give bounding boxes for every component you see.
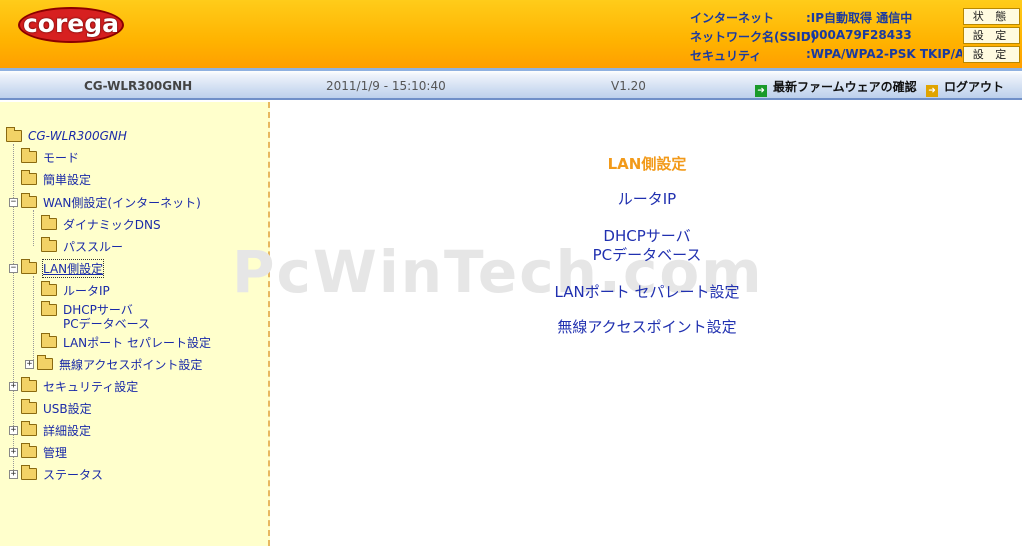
ssid-label: ネットワーク名(SSID) (690, 30, 817, 44)
sidebar-item-router-ip[interactable]: ルータIP (29, 281, 110, 299)
pc-database-label: PCデータベース (592, 246, 702, 264)
folder-icon (21, 421, 37, 436)
lan-port-separate-link[interactable]: LANポート セパレート設定 (272, 283, 1022, 302)
info-bar: CG-WLR300GNH 2011/1/9 - 15:10:40 V1.20 ➜… (0, 68, 1022, 100)
dhcp-server-label: DHCPサーバ (603, 227, 691, 245)
security-value: :WPA/WPA2-PSK TKIP/AES (806, 47, 962, 61)
folder-icon (41, 215, 57, 230)
sidebar-item-management-label: 管理 (43, 445, 68, 460)
model-name: CG-WLR300GNH (84, 79, 193, 93)
folder-icon (21, 399, 37, 414)
sidebar-item-passthrough-label: パススルー (63, 239, 124, 254)
sidebar-item-wan[interactable]: − WAN側設定(インターネット) (9, 193, 201, 211)
folder-icon (37, 355, 53, 370)
router-ip-link[interactable]: ルータIP (272, 190, 1022, 209)
sidebar-item-wireless-ap[interactable]: + 無線アクセスポイント設定 (25, 355, 202, 373)
logout-label: ログアウト (944, 80, 1005, 94)
expand-icon[interactable]: + (9, 425, 18, 435)
sidebar-item-lan[interactable]: − LAN側設定 (9, 258, 105, 278)
sidebar-item-lan-port-separate-label: LANポート セパレート設定 (63, 335, 211, 350)
top-header: corega インターネット :IP自動取得 通信中 状 態 ネットワーク名(S… (0, 0, 1022, 68)
sidebar-item-dynamic-dns[interactable]: ダイナミックDNS (29, 215, 161, 233)
ssid-value: :000A79F28433 (806, 28, 912, 42)
sidebar-item-router-ip-label: ルータIP (63, 283, 110, 298)
navigation-sidebar: CG-WLR300GNH モード 簡単設定 − WAN側設定(インターネット) … (0, 102, 270, 546)
sidebar-item-wan-label: WAN側設定(インターネット) (43, 195, 201, 210)
sidebar-item-passthrough[interactable]: パススルー (29, 237, 123, 255)
tree-root[interactable]: CG-WLR300GNH (6, 127, 127, 145)
sidebar-item-usb-label: USB設定 (43, 401, 92, 416)
folder-icon (41, 333, 57, 348)
main-content: PcWinTech.com LAN側設定 ルータIP DHCPサーバ PCデータ… (232, 102, 1022, 546)
sidebar-item-status[interactable]: + ステータス (9, 465, 103, 483)
sidebar-item-wireless-ap-label: 無線アクセスポイント設定 (59, 357, 203, 372)
sidebar-item-lan-label: LAN側設定 (41, 258, 105, 278)
firmware-check-label: 最新ファームウェアの確認 (773, 80, 917, 94)
dhcp-line1: DHCPサーバ (63, 303, 133, 317)
status-row-ssid: ネットワーク名(SSID) :000A79F28433 設 定 (690, 26, 1020, 45)
sidebar-item-usb[interactable]: USB設定 (9, 399, 92, 417)
sidebar-item-security-label: セキュリティ設定 (43, 379, 139, 394)
security-label: セキュリティ (690, 49, 762, 63)
dhcp-line2: PCデータベース (63, 317, 151, 331)
folder-icon (21, 465, 37, 480)
folder-icon (41, 301, 57, 316)
status-panel: インターネット :IP自動取得 通信中 状 態 ネットワーク名(SSID) :0… (690, 7, 1020, 64)
logout-arrow-icon: ➜ (926, 85, 938, 97)
folder-icon (41, 281, 57, 296)
folder-open-icon (21, 193, 37, 208)
internet-label: インターネット (690, 11, 775, 25)
expand-icon[interactable]: + (25, 359, 34, 369)
logo-text: corega (22, 9, 120, 38)
security-settings-button[interactable]: 設 定 (963, 46, 1020, 63)
internet-value: :IP自動取得 通信中 (806, 11, 913, 25)
corega-logo: corega (18, 7, 124, 43)
folder-icon (41, 237, 57, 252)
sidebar-item-lan-port-separate[interactable]: LANポート セパレート設定 (29, 333, 211, 351)
wireless-ap-link[interactable]: 無線アクセスポイント設定 (272, 318, 1022, 337)
internet-status-button[interactable]: 状 態 (963, 8, 1020, 25)
logout-link[interactable]: ➜ ログアウト (926, 78, 1004, 97)
folder-icon (21, 443, 37, 458)
firmware-check-link[interactable]: ➜ 最新ファームウェアの確認 (755, 78, 917, 97)
sidebar-item-mode-label: モード (43, 150, 80, 165)
sidebar-item-security[interactable]: + セキュリティ設定 (9, 377, 138, 395)
sidebar-item-management[interactable]: + 管理 (9, 443, 67, 461)
arrow-right-icon: ➜ (755, 85, 767, 97)
sidebar-item-dhcp[interactable]: DHCPサーバ PCデータベース (29, 301, 150, 332)
ssid-settings-button[interactable]: 設 定 (963, 27, 1020, 44)
collapse-icon[interactable]: − (9, 197, 18, 207)
folder-icon (21, 377, 37, 392)
tree-root-label: CG-WLR300GNH (28, 129, 127, 143)
current-datetime: 2011/1/9 - 15:10:40 (326, 79, 446, 93)
sidebar-item-dhcp-label: DHCPサーバ PCデータベース (63, 303, 150, 331)
status-row-internet: インターネット :IP自動取得 通信中 状 態 (690, 7, 1020, 26)
folder-icon (21, 148, 37, 163)
sidebar-item-easy-setup[interactable]: 簡単設定 (9, 170, 91, 188)
firmware-version: V1.20 (611, 79, 646, 93)
page-title: LAN側設定 (607, 155, 687, 173)
expand-icon[interactable]: + (9, 381, 18, 391)
expand-icon[interactable]: + (9, 469, 18, 479)
sidebar-item-easy-setup-label: 簡単設定 (43, 172, 92, 187)
folder-open-icon (21, 259, 37, 274)
sidebar-item-dynamic-dns-label: ダイナミックDNS (63, 217, 161, 232)
folder-open-icon (6, 127, 22, 142)
folder-icon (21, 170, 37, 185)
sidebar-item-advanced-label: 詳細設定 (43, 423, 92, 438)
status-row-security: セキュリティ :WPA/WPA2-PSK TKIP/AES 設 定 (690, 45, 1020, 64)
sidebar-item-mode[interactable]: モード (9, 148, 79, 166)
dhcp-server-link[interactable]: DHCPサーバ PCデータベース (272, 227, 1022, 265)
sidebar-item-advanced[interactable]: + 詳細設定 (9, 421, 91, 439)
expand-icon[interactable]: + (9, 447, 18, 457)
collapse-icon[interactable]: − (9, 263, 18, 273)
sidebar-item-status-label: ステータス (43, 467, 104, 482)
